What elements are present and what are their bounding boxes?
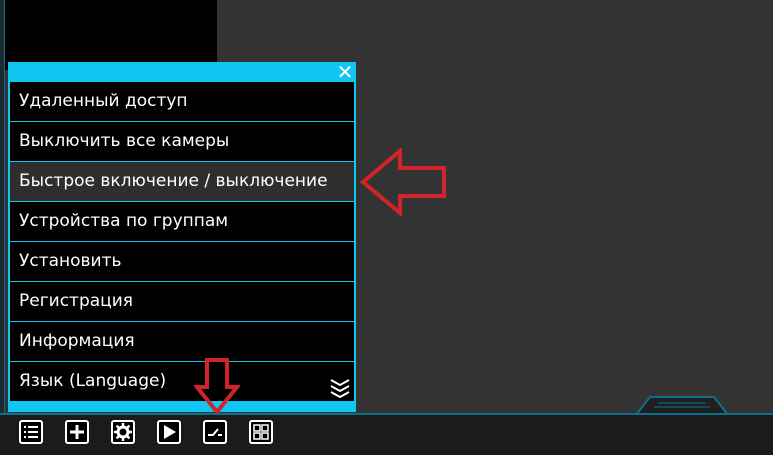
menu-item-information[interactable]: Информация (10, 322, 354, 361)
context-menu: ✕ Удаленный доступ Выключить все камеры … (8, 62, 356, 412)
menu-item-disable-all-cameras[interactable]: Выключить все камеры (10, 122, 354, 161)
menu-item-devices-by-group[interactable]: Устройства по группам (10, 202, 354, 241)
menu-item-registration[interactable]: Регистрация (10, 282, 354, 321)
annotation-arrow-left-icon (360, 148, 446, 216)
menu-item-label: Удаленный доступ (19, 91, 188, 111)
gear-icon (114, 423, 132, 441)
menu-list: Удаленный доступ Выключить все камеры Бы… (10, 82, 354, 402)
close-icon[interactable]: ✕ (336, 62, 354, 82)
menu-item-label: Устройства по группам (19, 211, 229, 231)
grid-icon (253, 424, 269, 440)
menu-item-remote-access[interactable]: Удаленный доступ (10, 82, 354, 121)
quick-switch-button[interactable] (203, 420, 227, 444)
chevrons-down-icon[interactable] (328, 376, 352, 400)
annotation-arrow-down-icon (194, 358, 240, 415)
menu-header: ✕ (8, 62, 356, 82)
menu-item-label: Регистрация (19, 291, 133, 311)
video-tile[interactable] (5, 0, 217, 70)
menu-item-label: Быстрое включение / выключение (19, 171, 328, 191)
playback-button[interactable] (157, 420, 181, 444)
menu-item-label: Информация (19, 331, 135, 351)
play-icon (164, 425, 176, 439)
menu-list-button[interactable] (19, 420, 43, 444)
menu-list-icon (24, 426, 38, 438)
add-button[interactable] (65, 420, 89, 444)
menu-item-label: Выключить все камеры (19, 131, 230, 151)
layout-button[interactable] (249, 420, 273, 444)
menu-item-label: Язык (Language) (19, 371, 167, 391)
menu-item-quick-toggle[interactable]: Быстрое включение / выключение (10, 162, 354, 201)
menu-item-install[interactable]: Установить (10, 242, 354, 281)
menu-item-language[interactable]: Язык (Language) (10, 362, 354, 401)
menu-item-label: Установить (19, 251, 122, 271)
plus-icon (70, 425, 84, 439)
settings-button[interactable] (111, 420, 135, 444)
switch-icon (208, 428, 222, 436)
